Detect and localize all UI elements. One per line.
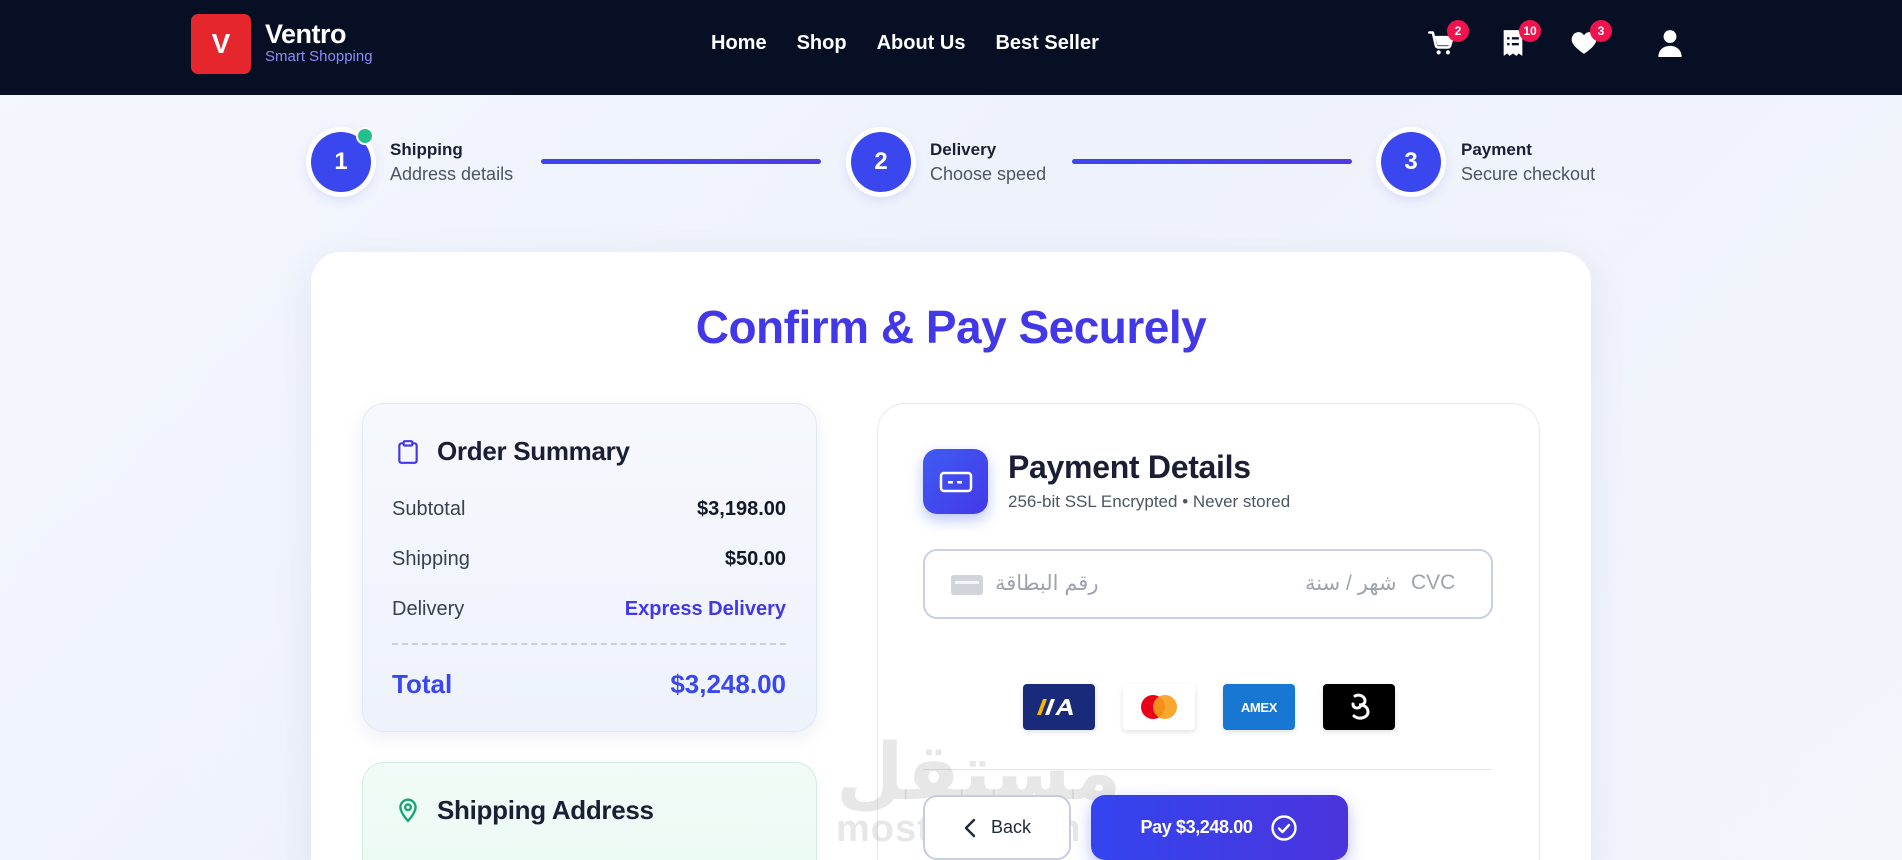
step-2-number: 2 xyxy=(874,148,888,175)
total-label: Total xyxy=(392,669,453,699)
check-circle-icon xyxy=(1271,814,1298,841)
amex-label: AMEX xyxy=(1240,699,1278,715)
step-1-subtitle: Address details xyxy=(390,164,514,184)
step-complete-dot xyxy=(356,127,374,145)
order-summary-title: Order Summary xyxy=(437,436,630,466)
cart-button[interactable]: 2 xyxy=(1425,20,1469,59)
subtotal-label: Subtotal xyxy=(392,498,466,520)
delivery-value: Express Delivery xyxy=(624,598,786,620)
visa-icon xyxy=(1037,699,1073,715)
visa-card-logo xyxy=(1023,684,1095,730)
step-3-number: 3 xyxy=(1404,148,1418,175)
pay-button[interactable]: Pay $3,248.00 xyxy=(1091,795,1348,860)
step-2-subtitle: Choose speed xyxy=(930,164,1047,184)
step-2-title: Delivery xyxy=(930,140,997,159)
subtotal-value: $3,198.00 xyxy=(697,498,786,520)
user-icon xyxy=(1658,30,1682,57)
other-card-logo xyxy=(1323,684,1395,730)
brand-tagline: Smart Shopping xyxy=(265,48,373,65)
nav-about-us[interactable]: About Us xyxy=(877,32,966,55)
payment-icon-box xyxy=(923,449,988,514)
shipping-address-title: Shipping Address xyxy=(437,795,654,825)
card-input-field[interactable]: رقم البطاقة شهر / سنة CVC xyxy=(923,549,1493,619)
step-1-number: 1 xyxy=(334,148,348,175)
top-navbar: V Ventro Smart Shopping Home Shop About … xyxy=(0,0,1902,95)
main-nav: Home Shop About Us Best Seller xyxy=(711,32,1099,55)
delivery-label: Delivery xyxy=(392,598,465,620)
wishlist-button[interactable]: 3 xyxy=(1568,20,1612,59)
mastercard-logo xyxy=(1123,684,1195,730)
back-button-label: Back xyxy=(990,817,1032,837)
step-1-title: Shipping xyxy=(390,140,463,159)
expiry-placeholder[interactable]: شهر / سنة xyxy=(1305,571,1397,596)
pay-button-label: Pay $3,248.00 xyxy=(1140,817,1253,837)
mastercard-icon xyxy=(1141,695,1177,719)
card-brand-icon xyxy=(1351,693,1370,720)
shipping-value: $50.00 xyxy=(724,548,786,570)
brand-name[interactable]: Ventro xyxy=(265,19,347,50)
chevron-left-icon xyxy=(964,818,976,837)
total-value: $3,248.00 xyxy=(670,669,786,699)
logo-letter: V xyxy=(211,28,231,59)
summary-divider xyxy=(392,643,786,645)
clipboard-icon xyxy=(398,440,418,464)
cart-count-badge: 2 xyxy=(1447,20,1469,42)
wishlist-count-badge: 3 xyxy=(1590,20,1612,42)
credit-card-icon xyxy=(939,471,972,492)
shipping-label: Shipping xyxy=(392,548,470,570)
back-button[interactable]: Back xyxy=(923,795,1071,860)
step-3-circle[interactable]: 3 xyxy=(1381,132,1441,192)
step-connector-2 xyxy=(1072,159,1352,164)
step-connector-1 xyxy=(541,159,821,164)
step-2-circle[interactable]: 2 xyxy=(851,132,911,192)
card-placeholder-icon xyxy=(951,575,983,595)
orders-count-badge: 10 xyxy=(1519,20,1541,42)
nav-shop[interactable]: Shop xyxy=(797,32,847,55)
card-number-placeholder[interactable]: رقم البطاقة xyxy=(995,571,1098,596)
amex-card-logo: AMEX xyxy=(1223,684,1295,730)
logo[interactable]: V xyxy=(191,14,251,74)
cvc-placeholder[interactable]: CVC xyxy=(1411,571,1455,595)
nav-best-seller[interactable]: Best Seller xyxy=(995,32,1098,55)
step-3-title: Payment xyxy=(1461,140,1532,159)
account-button[interactable] xyxy=(1654,27,1686,59)
payment-security-note: 256-bit SSL Encrypted • Never stored xyxy=(1008,492,1291,511)
page-title: Confirm & Pay Securely xyxy=(695,301,1207,353)
payment-details-title: Payment Details xyxy=(1008,449,1251,485)
nav-home[interactable]: Home xyxy=(711,32,767,55)
step-3-subtitle: Secure checkout xyxy=(1461,164,1596,184)
location-pin-icon xyxy=(399,798,417,823)
orders-button[interactable]: 10 xyxy=(1497,20,1541,59)
